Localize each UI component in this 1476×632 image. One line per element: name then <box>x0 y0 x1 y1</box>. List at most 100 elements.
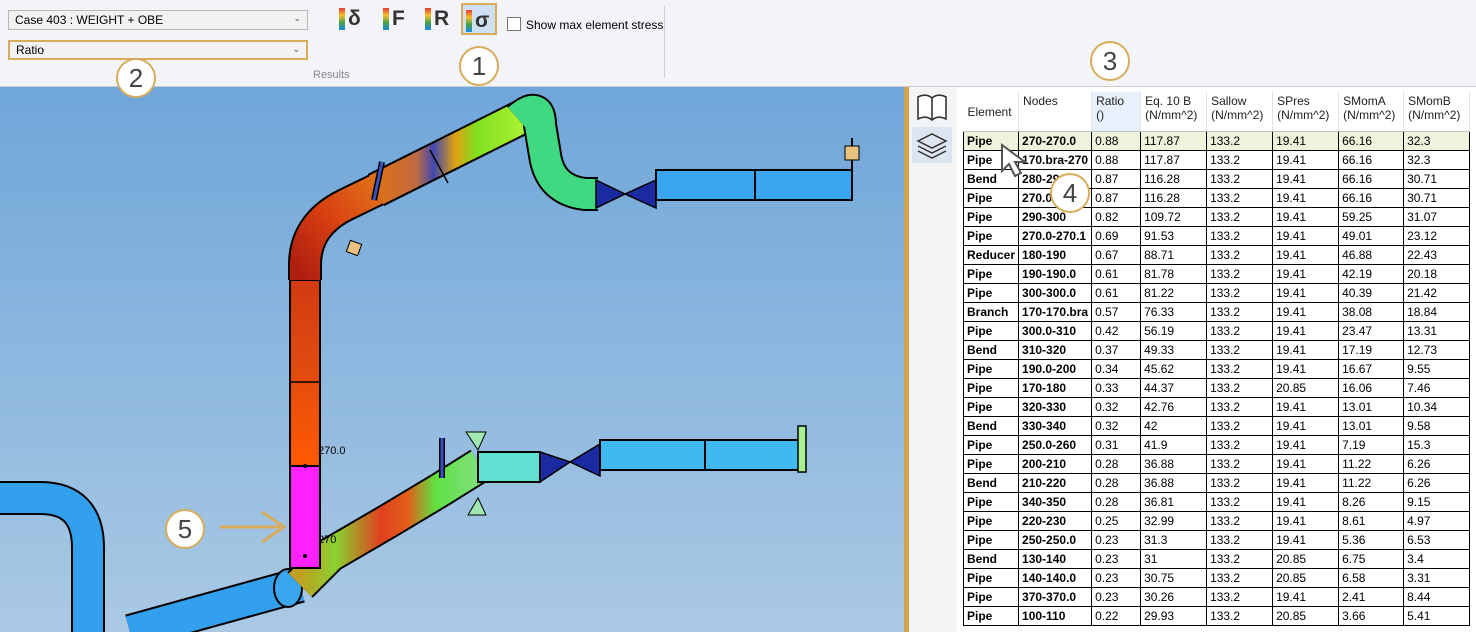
column-header-unit: (N/mm^2) <box>1145 108 1198 122</box>
table-cell: 0.82 <box>1091 206 1142 227</box>
table-cell: 19.41 <box>1272 320 1340 341</box>
table-cell: Pipe <box>962 206 1020 227</box>
table-cell: 310-320 <box>1018 339 1093 360</box>
table-row[interactable]: Pipe 340-350 0.28 36.81 133.2 19.41 8.26 9.15 <box>962 491 1471 512</box>
table-cell: 3.66 <box>1338 605 1405 626</box>
table-cell: 19.41 <box>1272 510 1340 531</box>
table-row[interactable]: Pipe 250-250.0 0.23 31.3 133.2 19.41 5.36 6.53 <box>962 529 1471 550</box>
table-cell: 117.87 <box>1140 149 1208 170</box>
table-cell: 4.97 <box>1403 510 1471 531</box>
column-header[interactable]: SMomA (N/mm^2) <box>1338 92 1405 132</box>
table-cell: 19.41 <box>1272 472 1340 493</box>
result-type-value: Ratio <box>16 43 45 57</box>
table-cell: 133.2 <box>1206 586 1274 607</box>
table-row[interactable]: Branch 170-170.bra 0.57 76.33 133.2 19.41 38.0… <box>962 301 1471 322</box>
table-row[interactable]: Pipe 290-300 0.82 109.72 133.2 19.41 59.25 31.0… <box>962 206 1471 227</box>
chevron-down-icon: ⌄ <box>293 13 301 23</box>
table-cell: 36.88 <box>1140 453 1208 474</box>
table-row[interactable]: Bend 210-220 0.28 36.88 133.2 19.41 11.22 6.26 <box>962 472 1471 493</box>
table-cell: 270.0-270.1 <box>1018 225 1093 246</box>
table-row[interactable]: Pipe 270.0-270.1 0.69 91.53 133.2 19.41 49.01 2… <box>962 225 1471 246</box>
table-cell: 180-190 <box>1018 244 1093 265</box>
table-row[interactable]: Pipe 170-180 0.33 44.37 133.2 20.85 16.06 7.46 <box>962 377 1471 398</box>
table-row[interactable]: Bend 310-320 0.37 49.33 133.2 19.41 17.19 12.73 <box>962 339 1471 360</box>
column-header[interactable]: Ratio() <box>1091 92 1142 132</box>
column-header[interactable]: Element <box>963 92 1020 132</box>
column-header-label: SPres <box>1277 94 1310 108</box>
column-header[interactable]: Nodes <box>1018 92 1093 132</box>
force-button[interactable]: F <box>380 5 412 33</box>
table-cell: 133.2 <box>1206 548 1274 569</box>
table-row[interactable]: Pipe 320-330 0.32 42.76 133.2 19.41 13.01 10.34 <box>962 396 1471 417</box>
table-row[interactable]: Pipe 370-370.0 0.23 30.26 133.2 19.41 2.41 8.44 <box>962 586 1471 607</box>
table-row[interactable]: Pipe 200-210 0.28 36.88 133.2 19.41 11.22 6.26 <box>962 453 1471 474</box>
displacement-symbol: δ <box>348 7 361 30</box>
table-row[interactable]: Pipe 270.0-280 0.87 116.28 133.2 19.41 66.16 30… <box>962 187 1471 208</box>
table-cell: 88.71 <box>1140 244 1208 265</box>
load-case-select[interactable]: Case 403 : WEIGHT + OBE ⌄ <box>8 10 308 30</box>
column-header[interactable]: Eq. 10 B (N/mm^2) <box>1140 92 1208 132</box>
table-row[interactable]: Pipe 100-110 0.22 29.93 133.2 20.85 3.66 5.41 <box>962 605 1471 626</box>
stress-results-table: Element Nodes Ratio() Eq. 10 B (N/mm^2) Sallo… <box>962 92 1471 626</box>
show-max-element-stress-checkbox[interactable] <box>507 17 521 31</box>
table-header-row: Element Nodes Ratio() Eq. 10 B (N/mm^2) Sallo… <box>963 92 1471 132</box>
table-cell: 81.78 <box>1140 263 1208 284</box>
table-cell: 45.62 <box>1140 358 1208 379</box>
table-row[interactable]: Bend 330-340 0.32 42 133.2 19.41 13.01 9.58 <box>962 415 1471 436</box>
table-cell: 190-190.0 <box>1018 263 1093 284</box>
table-cell: 133.2 <box>1206 358 1274 379</box>
column-header-label: Eq. 10 B <box>1145 94 1192 108</box>
column-header[interactable]: Sallow (N/mm^2) <box>1206 92 1274 132</box>
table-cell: 19.41 <box>1272 339 1340 360</box>
table-cell: 0.25 <box>1091 510 1142 531</box>
table-cell: Pipe <box>962 434 1020 455</box>
table-cell: 23.12 <box>1403 225 1471 246</box>
results-ribbon: Case 403 : WEIGHT + OBE ⌄ Ratio ⌄ Result… <box>0 0 1476 87</box>
table-cell: 12.73 <box>1403 339 1471 360</box>
table-row[interactable]: Pipe 270-270.0 0.88 117.87 133.2 19.41 66.16 32… <box>962 130 1471 151</box>
table-cell: 0.61 <box>1091 263 1142 284</box>
table-row[interactable]: Pipe 190-190.0 0.61 81.78 133.2 19.41 42.19 20.… <box>962 263 1471 284</box>
displacement-icon <box>339 8 345 30</box>
book-button[interactable] <box>912 89 952 125</box>
table-cell: 20.85 <box>1272 548 1340 569</box>
table-cell: 42.76 <box>1140 396 1208 417</box>
table-cell: 0.23 <box>1091 567 1142 588</box>
column-header-unit: () <box>1096 108 1105 122</box>
table-row[interactable]: Pipe 220-230 0.25 32.99 133.2 19.41 8.61 4.97 <box>962 510 1471 531</box>
displacement-button[interactable]: δ <box>336 5 368 33</box>
table-row[interactable]: Bend 280-290 0.87 116.28 133.2 19.41 66.16 30.7… <box>962 168 1471 189</box>
show-max-element-stress-option[interactable]: Show max element stress <box>507 17 663 32</box>
layers-button[interactable] <box>912 127 952 163</box>
column-header[interactable]: SPres (N/mm^2) <box>1272 92 1340 132</box>
table-row[interactable]: Pipe 300-300.0 0.61 81.22 133.2 19.41 40.39 21.… <box>962 282 1471 303</box>
table-cell: 0.22 <box>1091 605 1142 626</box>
table-row[interactable]: Pipe 170.bra-270 0.88 117.87 133.2 19.41 66.16… <box>962 149 1471 170</box>
table-cell: 109.72 <box>1140 206 1208 227</box>
callout-2: 2 <box>116 58 156 98</box>
reaction-icon <box>425 8 431 30</box>
table-row[interactable]: Pipe 140-140.0 0.23 30.75 133.2 20.85 6.58 3.31 <box>962 567 1471 588</box>
column-header-label: SMomA <box>1343 94 1386 108</box>
table-cell: 0.32 <box>1091 396 1142 417</box>
result-type-select[interactable]: Ratio ⌄ <box>8 40 308 60</box>
table-cell: 6.26 <box>1403 453 1471 474</box>
reaction-button[interactable]: R <box>422 5 454 33</box>
table-row[interactable]: Pipe 300.0-310 0.42 56.19 133.2 19.41 23.47 13.… <box>962 320 1471 341</box>
table-cell: 10.34 <box>1403 396 1471 417</box>
column-header[interactable]: SMomB (N/mm^2) <box>1403 92 1471 132</box>
table-row[interactable]: Reducer 180-190 0.67 88.71 133.2 19.41 46.88 22… <box>962 244 1471 265</box>
table-cell: 42 <box>1140 415 1208 436</box>
column-header-label: Element <box>967 105 1012 120</box>
table-cell: 0.23 <box>1091 548 1142 569</box>
stress-button[interactable]: σ <box>461 3 497 35</box>
table-cell: 0.67 <box>1091 244 1142 265</box>
table-cell: 0.28 <box>1091 453 1142 474</box>
table-row[interactable]: Bend 130-140 0.23 31 133.2 20.85 6.75 3.4 <box>962 548 1471 569</box>
table-cell: 330-340 <box>1018 415 1093 436</box>
model-viewport[interactable]: 270.0 270 <box>0 87 904 632</box>
table-row[interactable]: Pipe 250.0-260 0.31 41.9 133.2 19.41 7.19 15.3 <box>962 434 1471 455</box>
table-cell: 9.55 <box>1403 358 1471 379</box>
table-row[interactable]: Pipe 190.0-200 0.34 45.62 133.2 19.41 16.67 9.5… <box>962 358 1471 379</box>
table-cell: 0.87 <box>1091 187 1142 208</box>
